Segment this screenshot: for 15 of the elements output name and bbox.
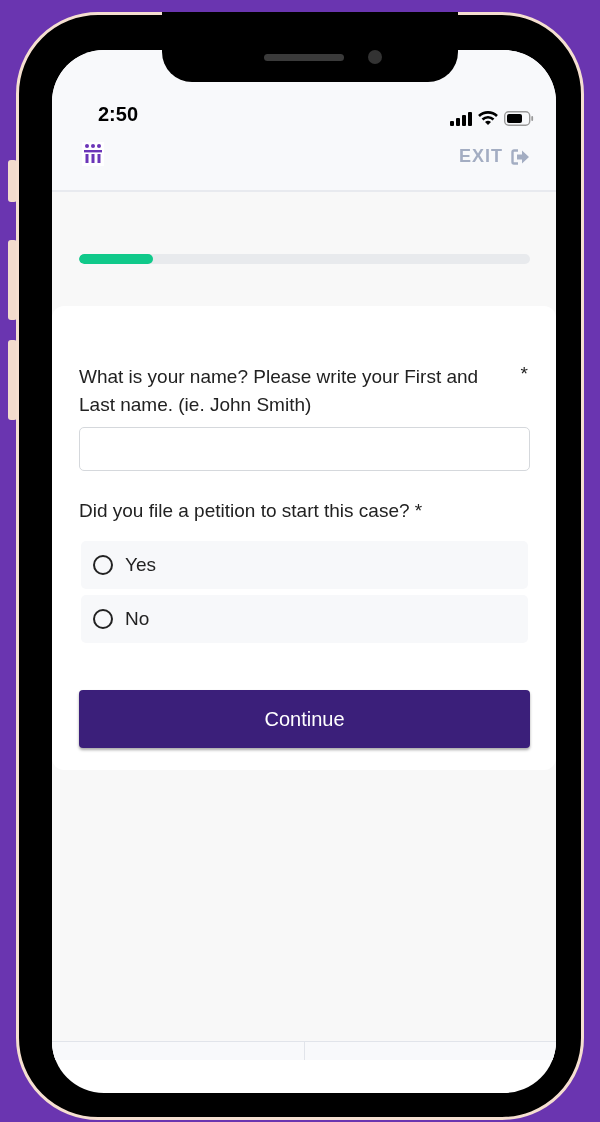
radio-option[interactable]: Yes [81, 541, 528, 589]
required-mark: * [520, 363, 529, 386]
radio-icon [93, 555, 113, 575]
exit-icon [511, 148, 530, 165]
camera [368, 50, 382, 64]
signal-icon [450, 111, 472, 126]
question-label: What is your name? Please write your First and Last name. (ie. John Smith) [79, 365, 480, 417]
question-label: Did you file a petition to start this case? * [79, 499, 424, 523]
battery-icon [504, 111, 534, 126]
radio-icon [93, 609, 113, 629]
status-time: 2:50 [98, 103, 139, 126]
wifi-icon [478, 111, 498, 126]
name-input-field[interactable] [79, 427, 530, 471]
radio-option[interactable]: No [81, 595, 528, 643]
continue-button[interactable]: Continue [79, 690, 530, 748]
